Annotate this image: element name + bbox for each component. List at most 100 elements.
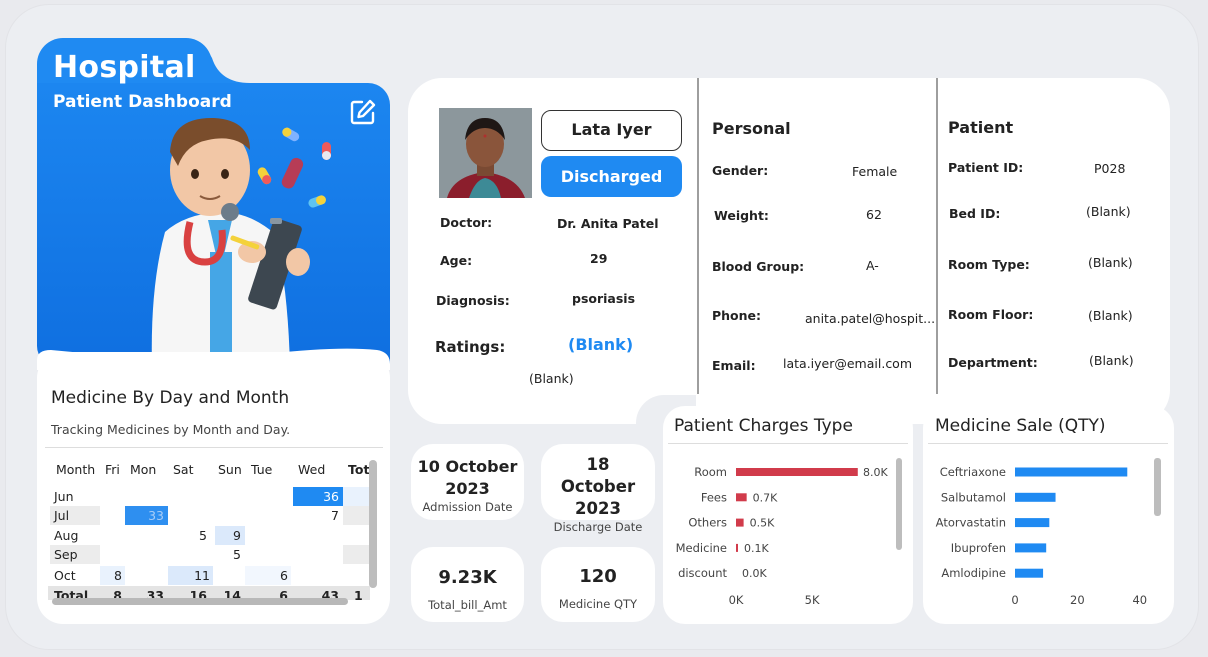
weight-label: Weight: (714, 208, 769, 223)
month-cell: Sep (50, 545, 100, 564)
table-row[interactable]: Sep 5 (48, 545, 370, 564)
month-cell: Aug (54, 528, 79, 543)
scrollbar-thumb[interactable] (369, 460, 377, 588)
matrix-vertical-scrollbar[interactable] (369, 460, 377, 588)
chart-scrollbar[interactable] (896, 458, 902, 550)
bar (1015, 492, 1056, 502)
email-label: Email: (712, 358, 756, 373)
patient-name: Lata Iyer (541, 110, 682, 151)
patient-id-label: Patient ID: (948, 160, 1024, 175)
discharge-date-label: Discharge Date (553, 520, 643, 534)
total-cell: 1 (354, 588, 363, 600)
email-value: lata.iyer@email.com (783, 356, 913, 371)
total-bill-card: 9.23K Total_bill_Amt (411, 547, 524, 622)
dashboard-subtitle: Patient Dashboard (53, 92, 232, 112)
divider (45, 447, 383, 448)
data-label: 0.5K (750, 517, 775, 530)
medicine-matrix-table[interactable]: Month Fri Mon Sat Sun Tue Wed Tot Jun 36… (48, 458, 370, 600)
column-header[interactable]: Tot (348, 460, 369, 479)
ratings-label: Ratings: (435, 338, 506, 356)
room-floor-label: Room Floor: (948, 307, 1034, 322)
medicine-matrix-subtitle: Tracking Medicines by Month and Day. (51, 422, 291, 437)
bar (1015, 467, 1128, 477)
table-row[interactable]: Jun 36 (48, 487, 370, 506)
category-label: Amlodipine (941, 566, 1006, 580)
diagnosis-label: Diagnosis: (436, 293, 510, 308)
medicine-qty-value: 120 (579, 566, 617, 587)
table-row[interactable]: Aug 5 9 (48, 526, 370, 545)
chart-scrollbar[interactable] (1154, 458, 1161, 516)
value-cell: 9 (215, 526, 245, 545)
column-header[interactable]: Sat (173, 460, 194, 479)
total-bill-label: Total_bill_Amt (428, 598, 507, 612)
room-type-label: Room Type: (948, 257, 1030, 272)
category-label: Atorvastatin (936, 516, 1006, 530)
room-floor-value: (Blank) (1088, 308, 1133, 323)
patient-photo (439, 108, 532, 198)
phone-label: Phone: (712, 308, 762, 323)
admission-date-value: 10 October 2023 (417, 457, 518, 498)
category-label: Medicine (676, 541, 727, 555)
divider (668, 443, 908, 444)
bar (736, 493, 747, 502)
bar (736, 543, 738, 552)
patient-section-title: Patient (948, 118, 1014, 137)
data-label: 0.1K (744, 542, 769, 555)
medicine-qty-card: 120 Medicine QTY (541, 547, 655, 622)
ratings-sub-value: (Blank) (529, 371, 574, 386)
value-cell (343, 545, 370, 564)
value-cell: 5 (233, 547, 241, 562)
blood-group-value: A- (866, 258, 879, 273)
month-cell: Jun (54, 489, 74, 504)
gender-value: Female (852, 164, 898, 179)
value-cell: 6 (245, 566, 291, 585)
value-cell (343, 506, 370, 525)
matrix-horizontal-scrollbar[interactable] (52, 598, 348, 605)
charges-chart-title: Patient Charges Type (674, 416, 853, 436)
column-header[interactable]: Fri (105, 460, 120, 479)
admission-date-label: Admission Date (422, 500, 513, 514)
x-tick-label: 20 (1070, 593, 1085, 607)
value-cell: 7 (331, 508, 339, 523)
edit-icon[interactable] (349, 98, 377, 126)
admission-date-card: 10 October 2023 Admission Date (411, 444, 524, 520)
bed-id-label: Bed ID: (949, 206, 1001, 221)
bar (1015, 568, 1044, 578)
table-row[interactable]: Oct 8 11 6 (48, 566, 370, 585)
personal-section-title: Personal (712, 119, 791, 138)
doctor-label: Doctor: (440, 215, 493, 230)
bar (736, 468, 858, 476)
category-label: Fees (701, 490, 727, 504)
department-label: Department: (948, 355, 1038, 370)
x-tick-label: 5K (805, 593, 820, 607)
column-header[interactable]: Tue (251, 460, 272, 479)
phone-value: anita.patel@hospit... (805, 311, 936, 326)
month-cell: Jul (50, 506, 100, 525)
bar (1015, 518, 1050, 528)
column-header[interactable]: Wed (298, 460, 325, 479)
medicine-matrix-title: Medicine By Day and Month (51, 388, 290, 408)
room-type-value: (Blank) (1088, 255, 1133, 270)
medicine-sale-bar-chart[interactable]: Ceftriaxone Salbutamol Atorvastatin Ibuprof… (923, 450, 1174, 620)
total-bill-value: 9.23K (438, 567, 497, 588)
divider (928, 443, 1168, 444)
section-divider (936, 78, 938, 394)
dashboard-title: Hospital (53, 50, 196, 85)
doctor-value: Dr. Anita Patel (557, 216, 659, 231)
bed-id-value: (Blank) (1086, 204, 1131, 219)
section-divider (697, 78, 699, 394)
value-cell: 11 (168, 566, 213, 585)
category-label: Salbutamol (941, 490, 1006, 504)
table-row[interactable]: Jul 33 7 (48, 506, 370, 525)
doctor-illustration (151, 117, 331, 367)
column-header[interactable]: Sun (218, 460, 242, 479)
category-label: Ibuprofen (951, 541, 1006, 555)
value-cell: 33 (125, 506, 168, 525)
data-label: 0.0K (742, 567, 767, 580)
column-header[interactable]: Mon (130, 460, 156, 479)
month-cell: Oct (54, 568, 76, 583)
column-header[interactable]: Month (56, 460, 95, 479)
charges-bar-chart[interactable]: Room 8.0K Fees 0.7K Others 0.5K Medicine 0.1K di… (663, 450, 913, 620)
x-tick-label: 40 (1132, 593, 1147, 607)
category-label: Others (688, 516, 727, 530)
